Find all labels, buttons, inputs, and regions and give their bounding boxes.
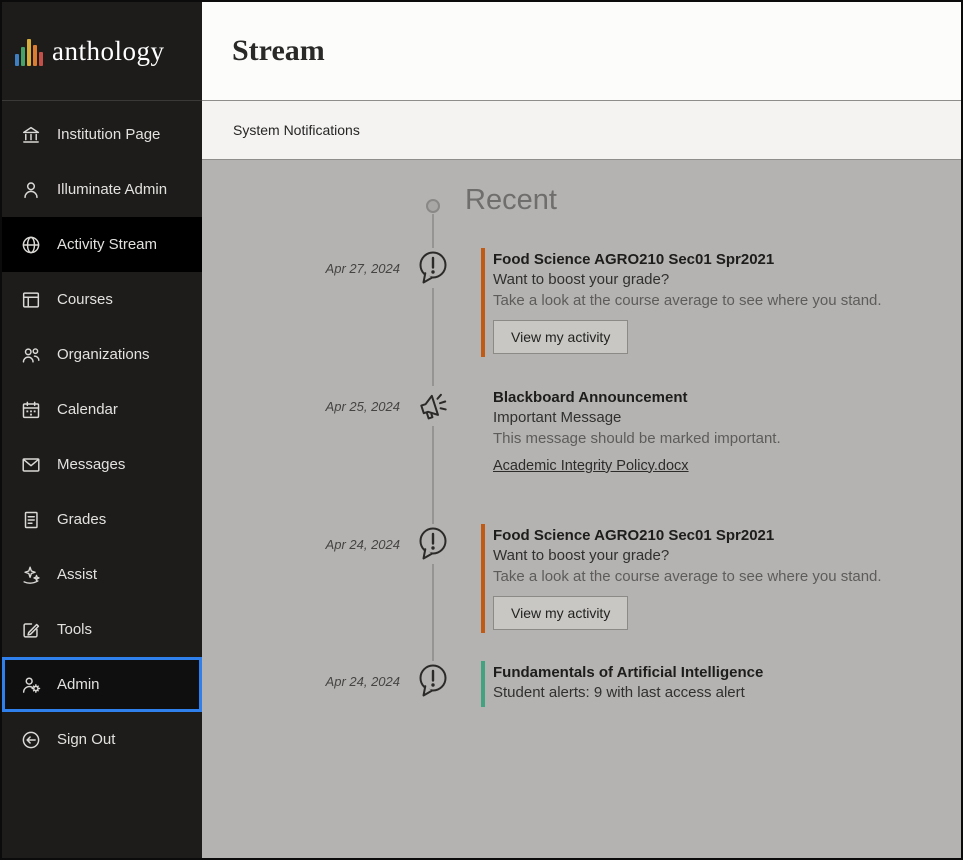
stream-item-subtext: Take a look at the course average to see… <box>493 567 882 588</box>
exclamation-bubble-icon <box>400 524 466 564</box>
calendar-icon <box>19 398 43 422</box>
anthology-logo-icon <box>15 36 43 66</box>
exclamation-bubble-icon <box>400 661 466 701</box>
stream-item-title: Food Science AGRO210 Sec01 Spr2021 <box>493 250 882 270</box>
sidebar-item-label: Sign Out <box>57 731 115 748</box>
sidebar-item-label: Grades <box>57 511 106 528</box>
stream-item-body: Fundamentals of Artificial Intelligence … <box>481 661 763 707</box>
sidebar-item-admin[interactable]: Admin <box>2 657 202 712</box>
organizations-icon <box>19 343 43 367</box>
view-my-activity-button[interactable]: View my activity <box>493 596 628 630</box>
stream-item: Apr 24, 2024 Food Science AGRO210 Sec01 … <box>202 524 961 633</box>
app-window: anthology Institution Page <box>0 0 963 860</box>
sidebar-item-calendar[interactable]: Calendar <box>2 382 202 437</box>
stream-item-subtext: Take a look at the course average to see… <box>493 291 882 312</box>
recent-section-heading: Recent <box>465 184 557 217</box>
stream-item-title: Fundamentals of Artificial Intelligence <box>493 663 763 683</box>
sidebar-item-organizations[interactable]: Organizations <box>2 327 202 382</box>
stream-item-body: Blackboard Announcement Important Messag… <box>481 386 781 478</box>
anthology-logo-text: anthology <box>52 36 165 67</box>
sidebar-item-courses[interactable]: Courses <box>2 272 202 327</box>
stream-item-date: Apr 27, 2024 <box>202 248 400 276</box>
page-title: Stream <box>232 34 325 68</box>
sidebar-item-illuminate-admin[interactable]: Illuminate Admin <box>2 162 202 217</box>
sidebar-nav: Institution Page Illuminate Admin <box>2 101 202 767</box>
anthology-logo: anthology <box>2 2 202 101</box>
sidebar-item-label: Messages <box>57 456 125 473</box>
stream-item-text: Student alerts: 9 with last access alert <box>493 683 763 704</box>
sidebar-item-label: Courses <box>57 291 113 308</box>
timeline-start-dot <box>426 199 440 213</box>
grades-document-icon <box>19 508 43 532</box>
sparkle-hand-icon <box>19 563 43 587</box>
stream-item: Apr 24, 2024 Fundamentals of Artificial … <box>202 661 961 707</box>
globe-icon <box>19 233 43 257</box>
sidebar: anthology Institution Page <box>2 2 202 858</box>
main-area: Stream System Notifications Recent Apr 2… <box>202 2 961 858</box>
stream-item-title: Food Science AGRO210 Sec01 Spr2021 <box>493 526 882 546</box>
stream-item-body: Food Science AGRO210 Sec01 Spr2021 Want … <box>481 248 882 357</box>
sidebar-item-sign-out[interactable]: Sign Out <box>2 712 202 767</box>
sidebar-item-activity-stream[interactable]: Activity Stream <box>2 217 202 272</box>
sidebar-item-institution-page[interactable]: Institution Page <box>2 107 202 162</box>
sidebar-item-messages[interactable]: Messages <box>2 437 202 492</box>
stream-item-text: Important Message <box>493 408 781 429</box>
institution-icon <box>19 123 43 147</box>
exclamation-bubble-icon <box>400 248 466 288</box>
page-header: Stream <box>202 2 961 101</box>
sidebar-item-label: Admin <box>57 676 100 693</box>
attachment-link[interactable]: Academic Integrity Policy.docx <box>493 458 689 474</box>
admin-person-gear-icon <box>19 673 43 697</box>
pencil-box-icon <box>19 618 43 642</box>
sidebar-item-tools[interactable]: Tools <box>2 602 202 657</box>
megaphone-icon <box>400 386 466 426</box>
system-notifications-label: System Notifications <box>233 122 360 138</box>
sidebar-item-label: Tools <box>57 621 92 638</box>
sidebar-item-label: Calendar <box>57 401 118 418</box>
stream-item-body: Food Science AGRO210 Sec01 Spr2021 Want … <box>481 524 882 633</box>
sidebar-item-assist[interactable]: Assist <box>2 547 202 602</box>
stream-item: Apr 27, 2024 Food Science AGRO210 Sec01 … <box>202 248 961 357</box>
sidebar-item-grades[interactable]: Grades <box>2 492 202 547</box>
courses-icon <box>19 288 43 312</box>
sidebar-item-label: Institution Page <box>57 126 160 143</box>
sidebar-item-label: Organizations <box>57 346 150 363</box>
stream-item-date: Apr 24, 2024 <box>202 661 400 689</box>
sidebar-item-label: Illuminate Admin <box>57 181 167 198</box>
stream-item: Apr 25, 2024 Blackboard Announcement Imp… <box>202 386 961 478</box>
stream-item-subtext: This message should be marked important. <box>493 429 781 450</box>
stream-item-text: Want to boost your grade? <box>493 546 882 567</box>
stream-item-title: Blackboard Announcement <box>493 388 781 408</box>
sidebar-item-label: Activity Stream <box>57 236 157 253</box>
envelope-icon <box>19 453 43 477</box>
stream-item-date: Apr 25, 2024 <box>202 386 400 414</box>
stream-item-text: Want to boost your grade? <box>493 270 882 291</box>
sidebar-item-label: Assist <box>57 566 97 583</box>
stream-content: Recent Apr 27, 2024 Food Science AGRO210… <box>202 160 961 858</box>
system-notifications-bar: System Notifications <box>202 101 961 160</box>
stream-item-date: Apr 24, 2024 <box>202 524 400 552</box>
view-my-activity-button[interactable]: View my activity <box>493 320 628 354</box>
sign-out-arrow-icon <box>19 728 43 752</box>
person-icon <box>19 178 43 202</box>
